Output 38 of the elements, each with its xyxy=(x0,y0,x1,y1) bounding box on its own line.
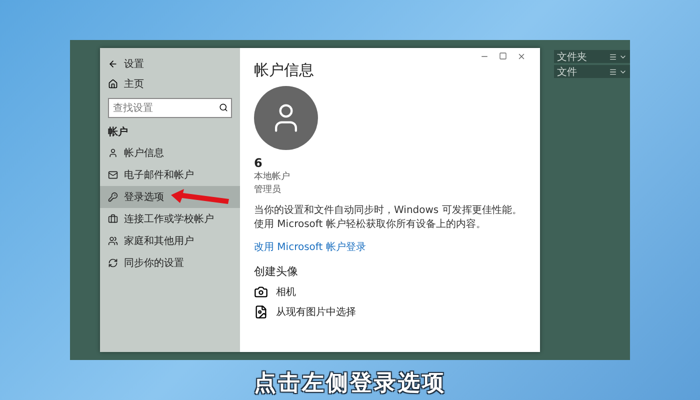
item-icon xyxy=(108,170,118,180)
maximize-icon[interactable] xyxy=(499,52,507,60)
video-caption: 点击左侧登录选项 xyxy=(254,370,446,398)
account-type: 本地帐户 xyxy=(254,170,291,183)
item-icon xyxy=(108,192,118,202)
section-heading: 帐户 xyxy=(108,125,128,139)
section-heading: 创建头像 xyxy=(254,264,299,279)
page-heading: 帐户信息 xyxy=(254,61,315,80)
search-field[interactable]: 查找设置 xyxy=(108,98,232,118)
sidebar-item[interactable]: 同步你的设置 xyxy=(100,252,240,274)
description-text: 当你的设置和文件自动同步时，Windows 可发挥更佳性能。使用 Microsoft 帐户轻松获取你所有设备上的内容。 xyxy=(254,204,523,231)
pointer-arrow xyxy=(170,189,230,205)
sidebar-item[interactable]: 连接工作或学校帐户 xyxy=(100,208,240,230)
desktop-widget[interactable]: 文件夹 xyxy=(554,50,630,63)
desktop-widget[interactable]: 文件 xyxy=(554,65,630,78)
account-role: 管理员 xyxy=(254,184,282,196)
back-icon[interactable] xyxy=(108,59,118,69)
close-icon[interactable] xyxy=(517,52,526,61)
camera-icon xyxy=(254,285,268,299)
item-icon xyxy=(108,148,118,158)
item-icon xyxy=(108,258,118,268)
home-link[interactable]: 主页 xyxy=(124,77,144,91)
home-icon xyxy=(108,79,118,89)
sidebar-item[interactable]: 登录选项 xyxy=(100,186,240,208)
sidebar-item[interactable]: 家庭和其他用户 xyxy=(100,230,240,252)
menu-icon xyxy=(609,52,617,60)
user-name: 6 xyxy=(254,156,264,170)
item-icon xyxy=(108,236,118,246)
window-title: 设置 xyxy=(124,58,144,71)
item-icon xyxy=(108,214,118,224)
image-file-icon xyxy=(254,305,268,319)
avatar-option[interactable]: 相机 xyxy=(276,285,296,299)
sidebar-item[interactable]: 帐户信息 xyxy=(100,142,240,164)
microsoft-login-link[interactable]: 改用 Microsoft 帐户登录 xyxy=(254,242,366,253)
menu-icon xyxy=(609,68,617,76)
avatar-option[interactable]: 从现有图片中选择 xyxy=(276,305,356,319)
search-icon xyxy=(219,103,228,112)
sidebar-item[interactable]: 电子邮件和帐户 xyxy=(100,164,240,186)
